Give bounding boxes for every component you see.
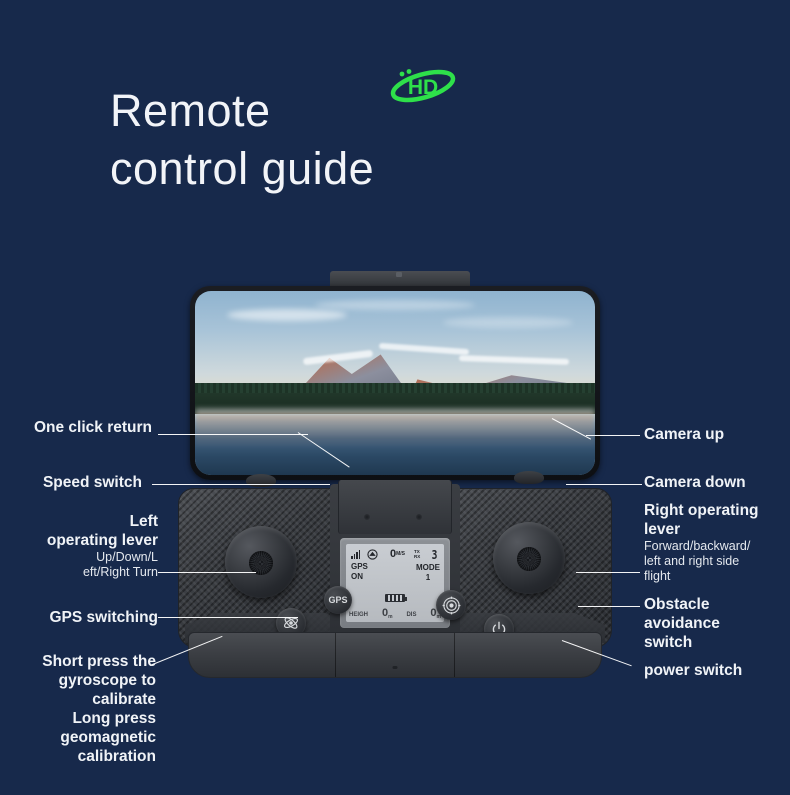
label-left-lever-sub1: Up/Down/L: [96, 550, 158, 564]
lcd-mode-value: 1: [425, 573, 431, 582]
lcd-top-row: 0 M/S TX RX 3: [350, 547, 440, 562]
signal-bars-icon: [351, 549, 360, 559]
label-one-click-return-text: One click return: [33, 419, 152, 436]
lcd-distance-label: DIS: [406, 611, 417, 618]
lcd-satellite-count: 3: [431, 548, 437, 562]
label-right-lever-line2: lever: [644, 521, 681, 538]
cloud: [443, 316, 573, 328]
lcd-gps-label: GPS: [351, 562, 368, 571]
label-gyro-line1: Short press the: [42, 653, 156, 670]
lake-reflection: [195, 414, 595, 446]
label-obstacle-line2: avoidance: [644, 615, 720, 632]
phone-screen[interactable]: [195, 291, 595, 475]
radar-icon: [442, 596, 460, 614]
label-gps-switching: GPS switching: [49, 608, 158, 627]
base-vent: [392, 666, 398, 669]
lcd-mode-label: MODE: [416, 563, 440, 572]
center-neck: [338, 480, 452, 534]
gps-button[interactable]: GPS: [324, 586, 352, 614]
lcd-height-label: HEIGH: [349, 611, 369, 618]
base-seam: [454, 633, 455, 677]
label-speed-switch-text: Speed switch: [42, 474, 142, 491]
label-gyro-line4: Long press: [72, 710, 156, 727]
satellite-icon: [367, 548, 378, 560]
lcd-speed-unit: M/S: [396, 551, 406, 557]
lcd-gps-state: ON: [351, 571, 363, 581]
label-obstacle-line1: Obstacle: [644, 596, 710, 613]
left-joystick[interactable]: [225, 526, 297, 598]
label-left-lever-line2: operating lever: [46, 532, 158, 549]
label-gyroscope-calibration: Short press the gyroscope to calibrate L…: [42, 652, 156, 766]
screw: [416, 514, 422, 520]
label-right-operating-lever: Right operating lever Forward/backward/ …: [644, 501, 759, 584]
label-obstacle-avoidance-switch: Obstacle avoidance switch: [644, 595, 720, 652]
leader-obstacle-switch: [578, 606, 640, 607]
label-gyro-line2: gyroscope to: [58, 672, 156, 689]
lcd-height-unit: m: [388, 614, 393, 620]
lcd-display: 0 M/S TX RX 3 GPS ON MODE 1 HEIGH 0m DIS…: [346, 544, 444, 622]
label-camera-down: Camera down: [644, 473, 746, 492]
label-right-lever-sub2: left and right side: [644, 554, 740, 568]
label-right-lever-sub1: Forward/backward/: [644, 539, 751, 553]
phone: [190, 286, 600, 480]
lcd-gps-block: GPS ON: [351, 562, 368, 581]
label-camera-up-text: Camera up: [644, 426, 725, 443]
gps-button-label: GPS: [328, 595, 348, 605]
obstacle-avoidance-button[interactable]: [436, 590, 466, 620]
lake: [195, 414, 595, 475]
lcd-txrx: TX RX: [414, 549, 420, 559]
lcd-rx-label: RX: [414, 554, 421, 559]
phone-clamp-notch: [396, 272, 402, 277]
lcd-bottom-row: HEIGH 0m DIS 0m: [349, 607, 441, 620]
battery-icon: [385, 594, 407, 602]
label-gyro-line5: geomagnetic: [60, 729, 156, 746]
label-one-click-return: One click return: [34, 418, 152, 437]
label-left-operating-lever: Left operating lever Up/Down/L eft/Right…: [47, 512, 158, 580]
remote-base: [188, 632, 602, 678]
label-camera-down-text: Camera down: [644, 474, 746, 491]
label-obstacle-line3: switch: [644, 634, 693, 651]
label-left-lever-line1: Left: [129, 513, 158, 530]
lcd-mode-block: MODE 1: [416, 563, 440, 583]
lcd-height-value-group: 0m: [382, 607, 393, 620]
label-gps-switching-text: GPS switching: [49, 609, 158, 626]
base-seam: [335, 633, 336, 677]
leader-gps-switching: [158, 617, 298, 618]
screw: [364, 514, 370, 520]
right-shoulder-post: [514, 471, 544, 484]
label-speed-switch: Speed switch: [43, 473, 142, 492]
remote-body: 0 M/S TX RX 3 GPS ON MODE 1 HEIGH 0m DIS…: [178, 471, 612, 690]
leader-camera-down: [566, 484, 642, 485]
leader-left-lever: [158, 572, 256, 573]
left-shoulder-post: [246, 474, 276, 487]
leader-speed-switch: [152, 484, 330, 485]
right-joystick[interactable]: [493, 522, 565, 594]
label-camera-up: Camera up: [644, 425, 724, 444]
label-power-switch-text: power switch: [644, 662, 743, 679]
leader-right-lever: [576, 572, 640, 573]
label-gyro-line6: calibration: [77, 748, 156, 765]
label-right-lever-sub3: flight: [644, 569, 671, 583]
leader-camera-up: [586, 435, 640, 436]
leader-one-click-return: [158, 434, 308, 435]
label-gyro-line3: calibrate: [92, 691, 156, 708]
label-right-lever-line1: Right operating: [644, 502, 759, 519]
label-left-lever-sub2: eft/Right Turn: [82, 565, 158, 579]
lcd-bezel: 0 M/S TX RX 3 GPS ON MODE 1 HEIGH 0m DIS…: [340, 538, 450, 628]
label-power-switch: power switch: [644, 661, 742, 680]
